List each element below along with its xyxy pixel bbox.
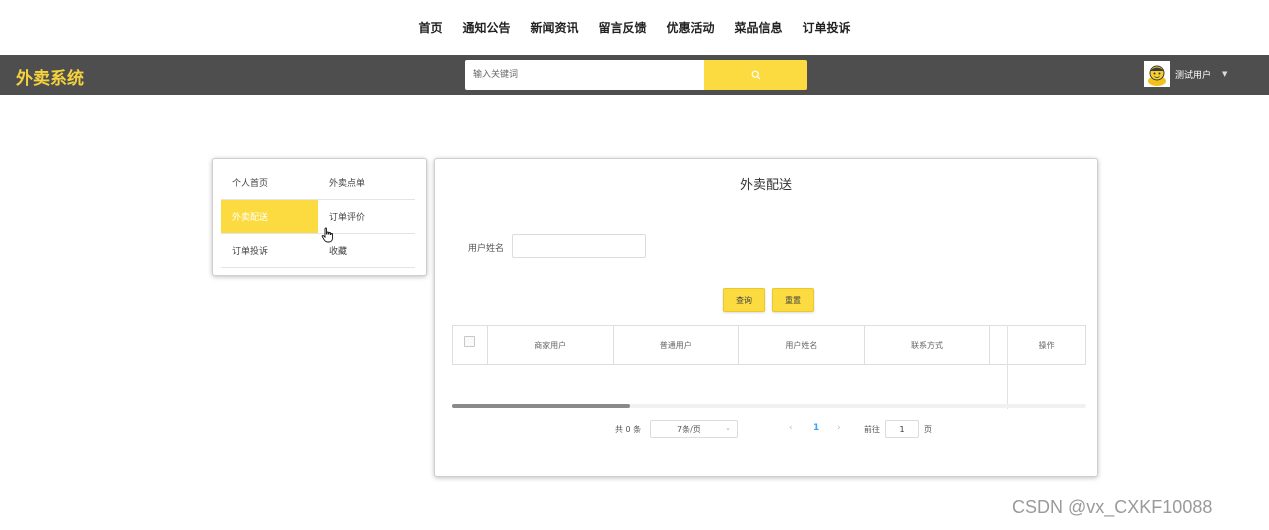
pagination: 共 0 条 7条/页 ⌄ ‹ 1 › 前往 页: [435, 419, 1097, 439]
user-menu[interactable]: 测试用户 ▼: [1144, 61, 1227, 87]
delivery-table: 商家用户 普通用户 用户姓名 联系方式 操作: [452, 325, 1086, 409]
nav-item-feedback[interactable]: 留言反馈: [598, 19, 646, 36]
nav-item-dishes[interactable]: 菜品信息: [735, 19, 783, 36]
nav-item-news[interactable]: 新闻资讯: [530, 19, 578, 36]
nav-item-home[interactable]: 首页: [418, 19, 442, 36]
column-actions: 操作: [1038, 340, 1055, 350]
username: 测试用户: [1175, 70, 1212, 81]
fixed-column-divider: [1007, 325, 1008, 409]
search-bar: [465, 60, 807, 90]
page-size-select[interactable]: 7条/页 ⌄: [650, 420, 738, 438]
chevron-down-icon: ⌄: [725, 424, 731, 432]
side-menu-item-profile[interactable]: 个人首页: [221, 166, 318, 200]
side-menu-item-delivery[interactable]: 外卖配送: [221, 200, 318, 234]
pagination-total: 共 0 条: [615, 425, 642, 434]
table-header: 商家用户 普通用户 用户姓名 联系方式 操作: [452, 325, 1086, 365]
goto-label: 前往: [864, 425, 880, 434]
page-title: 外卖配送: [739, 178, 792, 193]
watermark: CSDN @vx_CXKF10088: [1012, 497, 1213, 517]
column-contact: 联系方式: [865, 326, 991, 364]
avatar: [1144, 61, 1170, 87]
page-unit-label: 页: [924, 425, 932, 434]
username-filter-input[interactable]: [512, 234, 646, 258]
search-input[interactable]: [465, 60, 704, 90]
top-nav: 首页 通知公告 新闻资讯 留言反馈 优惠活动 菜品信息 订单投诉: [0, 0, 1269, 55]
side-menu: 个人首页 外卖点单 外卖配送 订单评价 订单投诉 收藏: [212, 158, 427, 276]
select-all-cell: [453, 326, 488, 364]
search-icon: [751, 70, 760, 80]
brand-title[interactable]: 外卖系统: [16, 64, 84, 89]
username-filter-label: 用户姓名: [468, 244, 505, 254]
scrollbar-thumb[interactable]: [452, 404, 630, 408]
column-normal-user: 普通用户: [614, 326, 740, 364]
horizontal-scrollbar[interactable]: [452, 404, 1086, 408]
search-button[interactable]: [704, 60, 807, 90]
side-menu-item-complaint[interactable]: 订单投诉: [221, 234, 318, 268]
chevron-down-icon: ▼: [1222, 70, 1228, 78]
delivery-panel: 外卖配送 用户姓名 查询 重置 商家用户 普通用户 用户姓名 联系方式 操作 共…: [434, 158, 1098, 477]
select-all-checkbox[interactable]: [464, 335, 476, 347]
prev-page-button[interactable]: ‹: [789, 423, 793, 433]
header-bar: 外卖系统 测试用户 ▼: [0, 55, 1269, 95]
column-user-name: 用户姓名: [739, 326, 865, 364]
nav-item-notices[interactable]: 通知公告: [462, 19, 510, 36]
page-number-current[interactable]: 1: [813, 423, 819, 433]
page-size-value: 7条/页: [677, 425, 701, 434]
query-button[interactable]: 查询: [723, 288, 765, 312]
user-avatar-icon: [1148, 65, 1166, 86]
nav-item-promotions[interactable]: 优惠活动: [667, 19, 715, 36]
column-spacer: [990, 326, 1009, 364]
side-menu-grid: 个人首页 外卖点单 外卖配送 订单评价 订单投诉 收藏: [221, 166, 415, 268]
column-merchant-user: 商家用户: [488, 326, 614, 364]
side-menu-item-order[interactable]: 外卖点单: [318, 166, 415, 200]
nav-item-complaints[interactable]: 订单投诉: [803, 19, 851, 36]
reset-button[interactable]: 重置: [772, 288, 814, 312]
hand-cursor-icon: [321, 227, 333, 243]
next-page-button[interactable]: ›: [837, 423, 841, 433]
goto-page-input[interactable]: [885, 420, 919, 438]
